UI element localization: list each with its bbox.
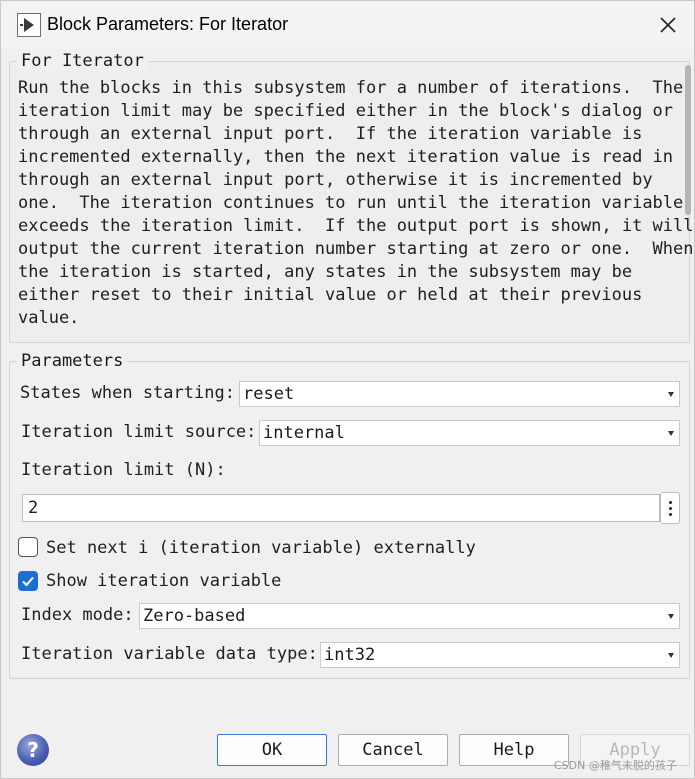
set-next-i-label: Set next i (iteration variable) external… <box>46 538 476 558</box>
help-icon[interactable]: ? <box>17 734 49 766</box>
close-icon <box>660 17 676 33</box>
description-scrollbar[interactable] <box>685 65 691 215</box>
states-when-starting-value: reset <box>243 384 295 404</box>
chevron-down-icon <box>668 653 674 658</box>
chevron-down-icon <box>668 614 674 619</box>
iteration-limit-source-label: Iteration limit source: <box>21 422 257 442</box>
iteration-variable-data-type-label: Iteration variable data type: <box>21 644 318 664</box>
window-title: Block Parameters: For Iterator <box>47 14 289 34</box>
states-when-starting-label: States when starting: <box>20 383 235 403</box>
ok-button[interactable]: OK <box>217 734 327 766</box>
close-button[interactable] <box>649 7 687 43</box>
checkmark-icon <box>22 576 34 587</box>
iteration-variable-data-type-value: int32 <box>324 645 376 665</box>
dialog-window: Block Parameters: For Iterator For Itera… <box>0 0 695 779</box>
iteration-limit-source-select[interactable]: internal <box>259 420 680 446</box>
iteration-variable-data-type-select[interactable]: int32 <box>320 642 680 668</box>
iteration-limit-field[interactable]: 2 <box>22 494 660 522</box>
index-mode-label: Index mode: <box>21 605 134 625</box>
watermark-text: CSDN @稚气未脱的孩子 <box>554 759 677 772</box>
iteration-limit-label: Iteration limit (N): <box>21 460 226 480</box>
description-text: Run the blocks in this subsystem for a n… <box>18 78 694 328</box>
kebab-dot-icon <box>668 512 672 516</box>
set-next-i-checkbox[interactable] <box>18 537 38 557</box>
index-mode-select[interactable]: Zero-based <box>139 603 680 629</box>
chevron-down-icon <box>668 431 674 436</box>
show-iteration-variable-label: Show iteration variable <box>46 571 282 591</box>
title-bar: Block Parameters: For Iterator <box>1 1 694 49</box>
parameters-legend: Parameters <box>17 351 128 371</box>
kebab-dot-icon <box>668 506 672 510</box>
show-iteration-variable-checkbox[interactable] <box>18 571 38 591</box>
help-button[interactable]: Help <box>459 734 569 766</box>
cancel-button[interactable]: Cancel <box>338 734 448 766</box>
more-options-button[interactable] <box>660 492 680 524</box>
simulink-block-icon <box>17 13 41 37</box>
kebab-dot-icon <box>668 500 672 504</box>
chevron-down-icon <box>668 392 674 397</box>
index-mode-value: Zero-based <box>143 606 246 626</box>
states-when-starting-select[interactable]: reset <box>239 381 680 407</box>
description-legend: For Iterator <box>17 51 148 71</box>
iteration-limit-source-value: internal <box>263 423 345 443</box>
